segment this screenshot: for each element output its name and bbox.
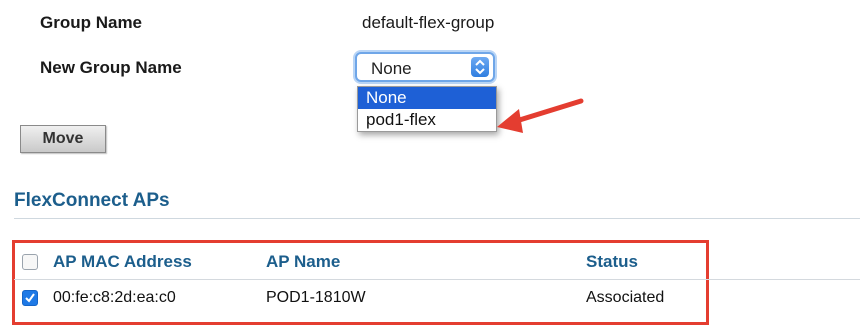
checkmark-icon xyxy=(25,293,35,303)
header-status: Status xyxy=(586,252,638,271)
group-name-value: default-flex-group xyxy=(362,13,495,32)
row-checkbox[interactable] xyxy=(22,290,38,306)
group-dropdown-list: None pod1-flex xyxy=(357,86,497,132)
new-group-name-label: New Group Name xyxy=(40,58,182,77)
arrow-left-icon xyxy=(497,98,584,133)
dropdown-option-pod1-flex[interactable]: pod1-flex xyxy=(358,109,496,131)
section-divider xyxy=(14,218,860,219)
table-row-divider xyxy=(14,279,860,280)
chevron-updown-icon xyxy=(471,57,489,77)
header-ap-mac: AP MAC Address xyxy=(53,252,192,271)
row-status: Associated xyxy=(586,289,665,306)
group-name-label: Group Name xyxy=(40,13,143,32)
row-ap-name[interactable]: POD1-1810W xyxy=(266,289,366,307)
select-current-value: None xyxy=(371,59,412,78)
move-button[interactable]: Move xyxy=(20,125,106,153)
row-mac: 00:fe:c8:2d:ea:c0 xyxy=(53,289,176,306)
select-all-checkbox[interactable] xyxy=(22,254,38,270)
new-group-name-select[interactable]: None xyxy=(355,52,495,82)
dropdown-option-none[interactable]: None xyxy=(358,87,496,109)
section-title: FlexConnect APs xyxy=(14,190,170,211)
header-ap-name: AP Name xyxy=(266,252,341,271)
